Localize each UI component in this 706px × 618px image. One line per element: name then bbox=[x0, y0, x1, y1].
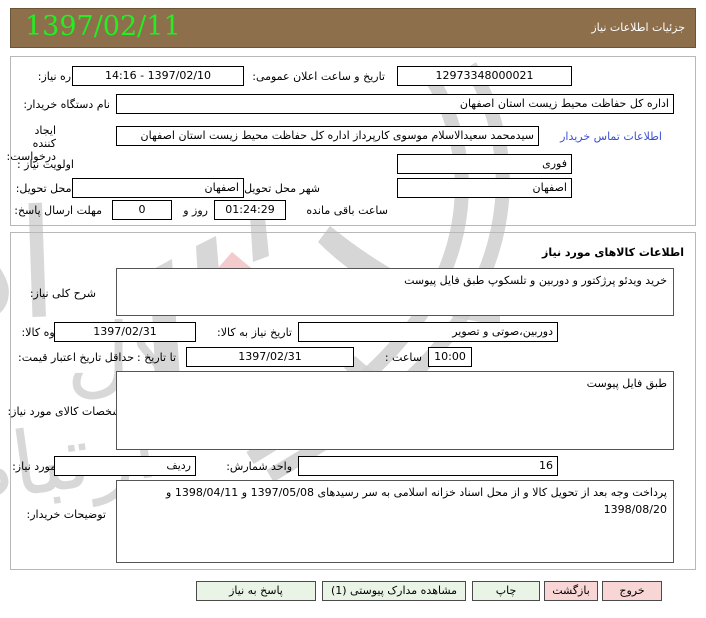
buyer-org-label: نام دستگاه خریدار: bbox=[23, 98, 110, 111]
back-button[interactable]: بازگشت bbox=[544, 581, 598, 601]
need-number-field[interactable]: 12973348000021 bbox=[397, 66, 572, 86]
deadline-time-field: 01:24:29 bbox=[214, 200, 286, 220]
goods-specs-field[interactable]: طبق فایل پیوست bbox=[116, 371, 674, 450]
count-unit-field[interactable]: ردیف bbox=[54, 456, 196, 476]
count-unit-label: واحد شمارش: bbox=[226, 460, 292, 473]
view-attachments-button[interactable]: مشاهده مدارک پیوستی (1) bbox=[322, 581, 466, 601]
need-priority-label: اولویت نیاز : bbox=[16, 158, 74, 171]
buyer-contact-link[interactable]: اطلاعات تماس خریدار bbox=[560, 130, 662, 143]
goods-specs-label: مشخصات کالای مورد نیاز: bbox=[7, 405, 128, 418]
request-creator-field[interactable]: سیدمحمد سعیدالاسلام موسوی کارپرداز اداره… bbox=[116, 126, 539, 146]
general-description-label: شرح کلی نیاز: bbox=[29, 287, 96, 300]
goods-need-date-field[interactable]: 1397/02/31 bbox=[54, 322, 196, 342]
response-deadline-label: مهلت ارسال پاسخ: bbox=[14, 204, 102, 217]
price-validity-time-label: ساعت : bbox=[384, 351, 422, 364]
delivery-province-field[interactable]: اصفهان bbox=[397, 178, 572, 198]
deadline-days-field: 0 bbox=[112, 200, 172, 220]
quantity-field[interactable]: 16 bbox=[298, 456, 558, 476]
buyer-org-field[interactable]: اداره کل حفاظت محیط زیست استان اصفهان bbox=[116, 94, 674, 114]
price-validity-date-field[interactable]: 1397/02/31 bbox=[186, 347, 354, 367]
price-validity-time-field[interactable]: 10:00 bbox=[428, 347, 472, 367]
delivery-city-label: شهر محل تحویل: bbox=[240, 182, 320, 195]
general-description-field[interactable]: خرید ویدئو پرژکتور و دوربین و تلسکوپ طبق… bbox=[116, 268, 674, 316]
price-validity-until-label: تا تاریخ : bbox=[137, 351, 176, 364]
goods-section-title: اطلاعات کالاهای مورد نیاز bbox=[542, 246, 684, 259]
respond-to-need-button[interactable]: پاسخ به نیاز bbox=[196, 581, 316, 601]
print-button[interactable]: چاپ bbox=[472, 581, 540, 601]
window-title-bar: جزئیات اطلاعات نیاز 1397/02/11 bbox=[10, 8, 696, 48]
exit-button[interactable]: خروج bbox=[602, 581, 662, 601]
price-validity-label: حداقل تاریخ اعتبار قیمت: bbox=[18, 351, 134, 364]
need-priority-field[interactable]: فوری bbox=[397, 154, 572, 174]
buyer-notes-label: توضیحات خریدار: bbox=[26, 508, 107, 521]
announcement-datetime-label: تاریخ و ساعت اعلان عمومی: bbox=[252, 70, 385, 83]
delivery-city-field[interactable]: اصفهان bbox=[72, 178, 244, 198]
page-title: جزئیات اطلاعات نیاز bbox=[591, 21, 685, 34]
page-root: اداره کل ارتباط جزئیات اطلاعات نیاز 1397… bbox=[0, 0, 706, 618]
current-date: 1397/02/11 bbox=[25, 11, 181, 42]
buyer-notes-field[interactable]: پرداخت وجه بعد از تحویل کالا و از محل اس… bbox=[116, 480, 674, 563]
goods-group-field[interactable]: دوربین،صوتی و تصویر bbox=[298, 322, 558, 342]
deadline-days-suffix: روز و bbox=[183, 204, 208, 217]
announcement-datetime-field[interactable]: 1397/02/10 - 14:16 bbox=[72, 66, 244, 86]
deadline-suffix-label: ساعت باقی مانده bbox=[306, 204, 388, 217]
goods-need-date-label: تاریخ نیاز به کالا: bbox=[217, 326, 292, 339]
